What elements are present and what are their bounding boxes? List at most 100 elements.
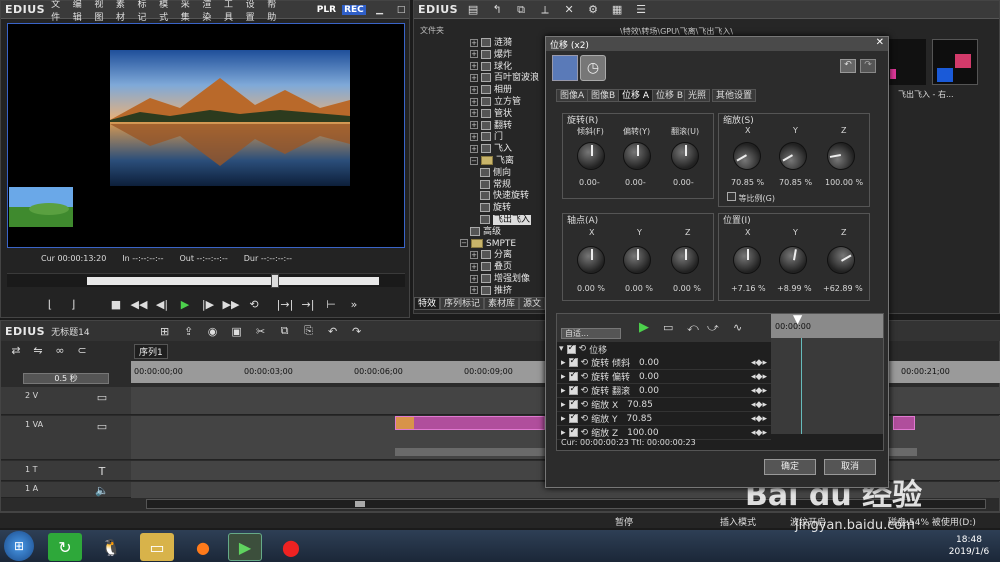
tree-item[interactable]: + 叠页 (470, 261, 512, 273)
explorer-icon[interactable]: ▭ (140, 533, 174, 561)
firefox-icon[interactable]: ● (186, 533, 220, 561)
transition-thumb-2[interactable] (932, 39, 978, 85)
menu-settings[interactable]: 设置 (246, 0, 262, 23)
save-icon[interactable]: ▣ (228, 323, 246, 339)
clip[interactable]: 370ace8df53227a204d64c76e8 (395, 416, 545, 430)
tree-item[interactable]: + 分离 (470, 249, 512, 261)
pivot-x-knob[interactable] (577, 246, 605, 274)
menu-capture[interactable]: 采集 (181, 0, 197, 23)
tree-item[interactable]: + 球化 (470, 61, 512, 73)
tab-effects[interactable]: 特效 (414, 297, 441, 310)
expand-icon[interactable]: + (470, 109, 478, 118)
tree-item[interactable]: + 翻转 (470, 120, 512, 132)
tree-item[interactable]: + 立方管 (470, 96, 521, 108)
menu-marker[interactable]: 标记 (138, 0, 154, 23)
tree-item[interactable]: 常规 (480, 179, 511, 191)
group-icon[interactable]: ⊂ (73, 342, 91, 358)
kf-nav-icon[interactable]: ◂◆▸ (751, 400, 767, 410)
play-icon[interactable]: ▶ (176, 296, 194, 312)
start-button[interactable]: ⊞ (4, 531, 34, 561)
dialog-close-icon[interactable]: ✕ (876, 37, 884, 48)
plr-button[interactable]: PLR (317, 5, 336, 15)
kf-nav-icon[interactable]: ◂◆▸ (751, 372, 767, 382)
player-scrubber[interactable] (7, 273, 405, 288)
tab-bin[interactable]: 素材库 (484, 297, 520, 310)
undo-dialog-icon[interactable]: ↶ (840, 59, 856, 73)
roll-knob[interactable] (671, 142, 699, 170)
track-mode-icon[interactable]: ⇄ (7, 342, 25, 358)
expand-icon[interactable]: + (470, 144, 478, 153)
record-app-icon[interactable]: ⬤ (274, 533, 308, 561)
tree-item[interactable]: + 涟漪 (470, 37, 512, 49)
tree-item[interactable]: + 爆炸 (470, 49, 512, 61)
kf-row[interactable]: ▸⟲旋转 偏转0.00◂◆▸ (557, 370, 771, 384)
tab-image-b[interactable]: 图像B (587, 89, 620, 102)
kf-next-icon[interactable]: ⤻ (707, 321, 719, 335)
step-forward-icon[interactable]: |▶ (199, 296, 217, 312)
split-icon[interactable]: ⊢ (322, 296, 340, 312)
expand-icon[interactable]: + (470, 50, 478, 59)
menu-clip[interactable]: 素材 (116, 0, 132, 23)
capture-icon[interactable]: ◉ (204, 323, 222, 339)
preset-icon[interactable] (552, 55, 578, 81)
tab-other-settings[interactable]: 其他设置 (712, 89, 757, 102)
ok-button[interactable]: 确定 (764, 459, 816, 475)
menu-mode[interactable]: 模式 (159, 0, 175, 23)
tab-image-a[interactable]: 图像A (556, 89, 589, 102)
scale-z-knob[interactable] (824, 139, 858, 173)
expand-icon[interactable]: + (470, 73, 478, 82)
tree-item[interactable]: − SMPTE (460, 238, 516, 250)
collapse-icon[interactable]: − (460, 239, 468, 248)
scale-x-knob[interactable] (727, 136, 767, 176)
stopwatch-icon[interactable]: ◷ (580, 55, 606, 81)
rewind-icon[interactable]: ◀◀ (130, 296, 148, 312)
track-header-1t[interactable]: 1 T T (1, 461, 131, 481)
tree-item[interactable]: + 门 (470, 131, 503, 143)
tree-item[interactable]: + 相册 (470, 84, 512, 96)
pivot-y-knob[interactable] (623, 246, 651, 274)
undo-icon[interactable]: ↶ (324, 323, 342, 339)
expand-icon[interactable]: + (470, 132, 478, 141)
kf-nav-icon[interactable]: ◂◆▸ (751, 358, 767, 368)
proportional-checkbox[interactable]: 等比例(G) (727, 192, 775, 204)
auto-dropdown[interactable]: 自适... (561, 328, 621, 339)
kf-play-icon[interactable]: ▶ (639, 320, 649, 335)
expand-icon[interactable]: + (470, 97, 478, 106)
tilt-knob[interactable] (577, 142, 605, 170)
expand-icon[interactable]: + (470, 62, 478, 71)
loop-icon[interactable]: ⟲ (245, 296, 263, 312)
tree-item[interactable]: 侧向 (480, 167, 511, 179)
kf-playhead-icon[interactable]: ▼ (793, 312, 802, 326)
copy-clip-icon[interactable]: ⧉ (276, 323, 294, 339)
menu-edit[interactable]: 编辑 (73, 0, 89, 23)
collapse-icon[interactable]: − (470, 156, 478, 165)
step-back-icon[interactable]: ◀| (153, 296, 171, 312)
kf-prev-icon[interactable]: ⤺ (687, 321, 699, 335)
menu-help[interactable]: 帮助 (267, 0, 283, 23)
tree-item[interactable]: + 增强划像 (470, 273, 530, 285)
sequence-tab[interactable]: 序列1 (134, 344, 168, 359)
menu-file[interactable]: 文件 (51, 0, 67, 23)
tree-item[interactable]: + 飞入 (470, 143, 512, 155)
up-icon[interactable]: ↰ (488, 2, 506, 18)
scrubber-handle[interactable] (271, 274, 279, 288)
app-qq-icon[interactable]: 🐧 (94, 533, 128, 561)
clip-end[interactable] (893, 416, 915, 430)
menu-view[interactable]: 视图 (94, 0, 110, 23)
expand-icon[interactable]: + (470, 262, 478, 271)
position-z-knob[interactable] (821, 240, 861, 280)
tab-sequence-markers[interactable]: 序列标记 (440, 297, 485, 310)
transition-thumb-1[interactable] (884, 39, 926, 85)
set-out-icon[interactable]: ⌋ (64, 296, 82, 312)
tree-item[interactable]: 旋转 (480, 202, 511, 214)
track-header-2v[interactable]: 2 V ▭ (1, 387, 131, 415)
sync-icon[interactable]: ⇋ (29, 342, 47, 358)
new-sequence-icon[interactable]: ⊞ (156, 323, 174, 339)
edius-taskbar-icon[interactable]: ▶ (228, 533, 262, 561)
kf-monitor-icon[interactable]: ▭ (663, 321, 673, 334)
cancel-button[interactable]: 取消 (824, 459, 876, 475)
tree-item[interactable]: 高级 (470, 226, 501, 238)
kf-row[interactable]: ▸⟲缩放 X70.85◂◆▸ (557, 398, 771, 412)
expand-icon[interactable]: + (470, 38, 478, 47)
title-track-icon[interactable]: T (93, 463, 111, 479)
